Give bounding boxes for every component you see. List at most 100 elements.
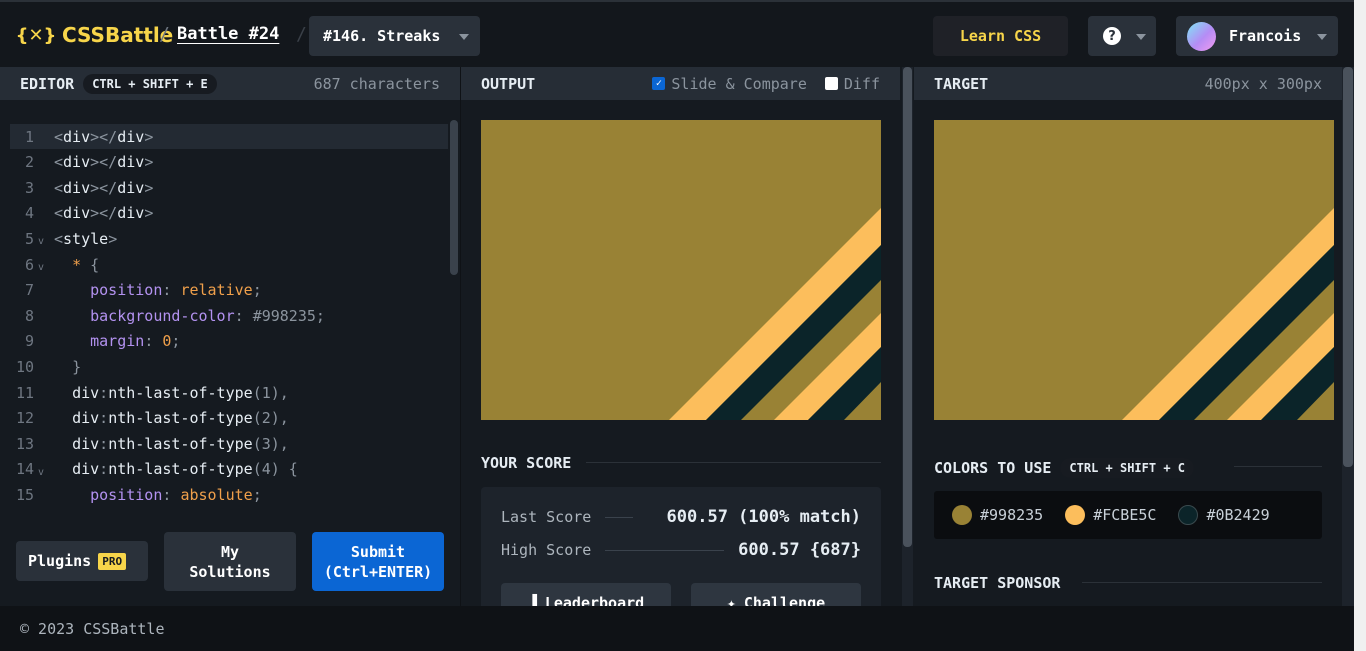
chevron-down-icon: [459, 34, 469, 40]
output-header: OUTPUT ✓ Slide & Compare Diff: [461, 67, 900, 100]
target-render: [934, 120, 1334, 420]
avatar: [1187, 22, 1216, 51]
divider: [1082, 582, 1322, 583]
my-solutions-button[interactable]: My Solutions: [164, 532, 296, 591]
fold-icon[interactable]: [34, 134, 54, 140]
learn-css-button[interactable]: Learn CSS: [933, 16, 1068, 56]
line-number: 6: [24, 255, 34, 274]
output-title: OUTPUT: [481, 74, 536, 93]
fold-icon[interactable]: [34, 313, 54, 319]
help-menu-button[interactable]: ?: [1088, 16, 1156, 56]
plugins-label: Plugins: [28, 552, 92, 570]
slide-compare-checkbox[interactable]: ✓: [652, 77, 666, 90]
output-pane: YOUR SCORE Last Score 600.57 (100% match…: [461, 100, 900, 606]
code-line[interactable]: 4 <div></div>: [10, 201, 448, 226]
code-line[interactable]: 7 position: relative;: [10, 278, 448, 303]
target-scrollbar[interactable]: [1342, 67, 1354, 606]
character-count: 687 characters: [313, 74, 440, 93]
code-line[interactable]: 3 <div></div>: [10, 175, 448, 200]
code-line[interactable]: 6v * {: [10, 252, 448, 277]
user-menu-button[interactable]: Francois: [1176, 16, 1338, 56]
copyright: © 2023 CSSBattle: [20, 619, 165, 638]
chevron-down-icon: [1136, 34, 1146, 40]
code-text: <style>: [54, 229, 118, 248]
output-render: [481, 120, 881, 420]
color-swatch[interactable]: #998235: [952, 505, 1043, 525]
line-number: 7: [24, 281, 34, 300]
fold-icon[interactable]: [34, 338, 54, 344]
code-text: margin: 0;: [90, 332, 181, 351]
code-line[interactable]: 2 <div></div>: [10, 150, 448, 175]
editor-scrollbar[interactable]: [450, 120, 458, 275]
code-text: background-color: #998235;: [90, 306, 325, 325]
color-swatch[interactable]: #FCBE5C: [1065, 505, 1156, 525]
cssbattle-logo[interactable]: {✕} CSSBattle: [15, 22, 174, 48]
code-line[interactable]: 12 div:nth-last-of-type(2),: [10, 406, 448, 431]
code-editor[interactable]: 1 <div></div> 2 <div></div> 3 <div></div> 4 <di…: [0, 100, 460, 516]
breadcrumb-separator: /: [296, 24, 307, 45]
editor-header: EDITOR CTRL + SHIFT + E 687 characters: [0, 67, 460, 100]
fold-icon[interactable]: [34, 364, 54, 370]
footer: © 2023 CSSBattle: [0, 606, 1354, 651]
code-text: * {: [72, 255, 100, 274]
color-palette: #998235 #FCBE5C #0B2429: [934, 491, 1322, 539]
fold-icon[interactable]: v: [34, 230, 54, 247]
fold-icon[interactable]: [34, 492, 54, 498]
battle-link[interactable]: Battle #24: [177, 24, 279, 44]
fold-icon[interactable]: [34, 287, 54, 293]
target-select-dropdown[interactable]: #146. Streaks: [309, 16, 480, 56]
line-number: 11: [15, 383, 34, 402]
logo-text: CSSBattle: [62, 23, 174, 47]
plugins-button[interactable]: Plugins PRO: [16, 541, 148, 581]
submit-button[interactable]: Submit (Ctrl+ENTER): [312, 532, 444, 591]
challenge-button[interactable]: ✦ Challenge: [691, 583, 861, 606]
logo-mark-icon: {✕}: [15, 24, 57, 46]
code-line[interactable]: 14 v div:nth-last-of-type(4) {: [10, 457, 448, 482]
help-icon: ?: [1103, 27, 1121, 45]
last-score-row: Last Score 600.57 (100% match): [501, 507, 861, 527]
line-number: 14: [15, 460, 34, 479]
code-line[interactable]: 8 background-color: #998235;: [10, 303, 448, 328]
editor-actions: Plugins PRO My Solutions Submit (Ctrl+EN…: [0, 516, 460, 606]
fold-icon[interactable]: [34, 415, 54, 421]
output-scrollbar[interactable]: [902, 67, 913, 606]
score-card: Last Score 600.57 (100% match) High Scor…: [481, 487, 881, 606]
line-number: 12: [15, 409, 34, 428]
fold-icon[interactable]: [34, 159, 54, 165]
code-text: div:nth-last-of-type(4) {: [72, 460, 298, 479]
last-score-value: 600.57 (100% match): [666, 507, 861, 527]
code-line[interactable]: 5 v <style>: [10, 226, 448, 251]
code-line[interactable]: 9 margin: 0;: [10, 329, 448, 354]
color-dot: [952, 505, 972, 525]
fold-icon[interactable]: [34, 210, 54, 216]
fold-icon[interactable]: v: [34, 461, 54, 478]
top-bar: {✕} CSSBattle / Battle #24 / #146. Strea…: [0, 0, 1366, 67]
user-name: Francois: [1229, 27, 1302, 45]
code-line[interactable]: 1 <div></div>: [10, 124, 448, 149]
code-line[interactable]: 10 }: [10, 354, 448, 379]
fold-icon[interactable]: [34, 185, 54, 191]
code-text: <div></div>: [54, 153, 154, 172]
target-sponsor-title: TARGET SPONSOR: [934, 574, 1061, 592]
fold-icon[interactable]: [34, 390, 54, 396]
line-number: 9: [24, 332, 34, 351]
line-number: 8: [24, 306, 34, 325]
leaderboard-button[interactable]: ▐ Leaderboard: [501, 583, 671, 606]
color-dot: [1065, 505, 1086, 525]
code-text: div:nth-last-of-type(2),: [72, 409, 289, 428]
fold-icon[interactable]: [34, 441, 54, 447]
code-text: <div></div>: [54, 127, 154, 146]
code-text: div:nth-last-of-type(3),: [72, 434, 289, 453]
code-line[interactable]: 15 position: absolute;: [10, 482, 448, 507]
diff-label[interactable]: Diff: [844, 75, 880, 93]
color-swatch[interactable]: #0B2429: [1178, 505, 1270, 525]
code-line[interactable]: 13 div:nth-last-of-type(3),: [10, 431, 448, 456]
diff-checkbox[interactable]: [824, 77, 838, 90]
slide-compare-label[interactable]: Slide & Compare: [671, 75, 806, 93]
code-text: position: relative;: [90, 281, 262, 300]
output-canvas[interactable]: [481, 120, 881, 420]
fold-icon[interactable]: v: [34, 256, 54, 273]
leaderboard-icon: ▐: [527, 594, 537, 606]
code-line[interactable]: 11 div:nth-last-of-type(1),: [10, 380, 448, 405]
last-score-label: Last Score: [501, 508, 592, 526]
